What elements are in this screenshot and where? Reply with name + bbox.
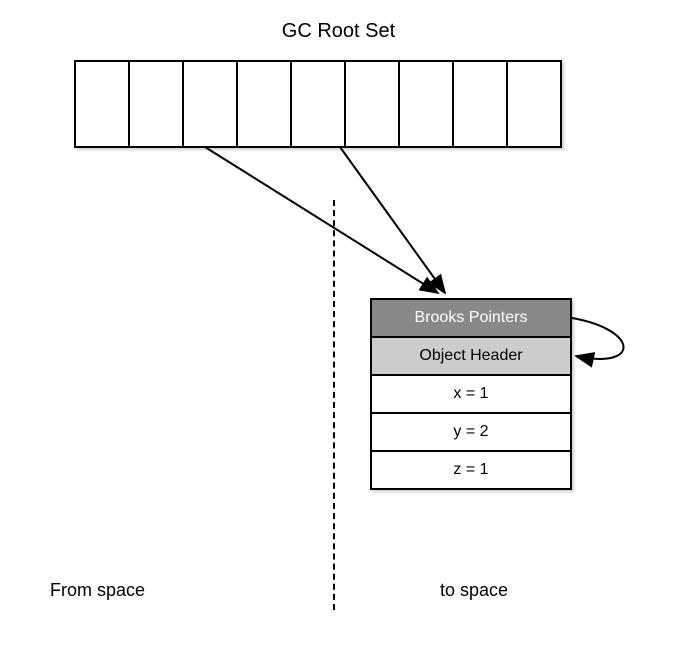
to-space-label: to space [440,580,508,601]
heap-object: Brooks Pointers Object Header x = 1 y = … [370,298,572,490]
root-cell [454,62,508,146]
root-cell [130,62,184,146]
from-space-label: From space [50,580,145,601]
root-cell [238,62,292,146]
root-cell [76,62,130,146]
object-field-row: y = 2 [372,414,570,452]
root-cell [292,62,346,146]
self-pointer-arrow [572,318,624,359]
object-field-row: x = 1 [372,376,570,414]
root-pointer-arrow [205,147,438,293]
object-header-row: Object Header [372,338,570,376]
root-cell [346,62,400,146]
object-field-row: z = 1 [372,452,570,488]
root-cell [400,62,454,146]
space-divider [333,200,335,610]
brooks-pointer-row: Brooks Pointers [372,300,570,338]
gc-root-set [74,60,562,148]
root-cell [508,62,560,146]
diagram-title: GC Root Set [282,20,395,43]
root-pointer-arrow [340,147,445,293]
root-cell [184,62,238,146]
